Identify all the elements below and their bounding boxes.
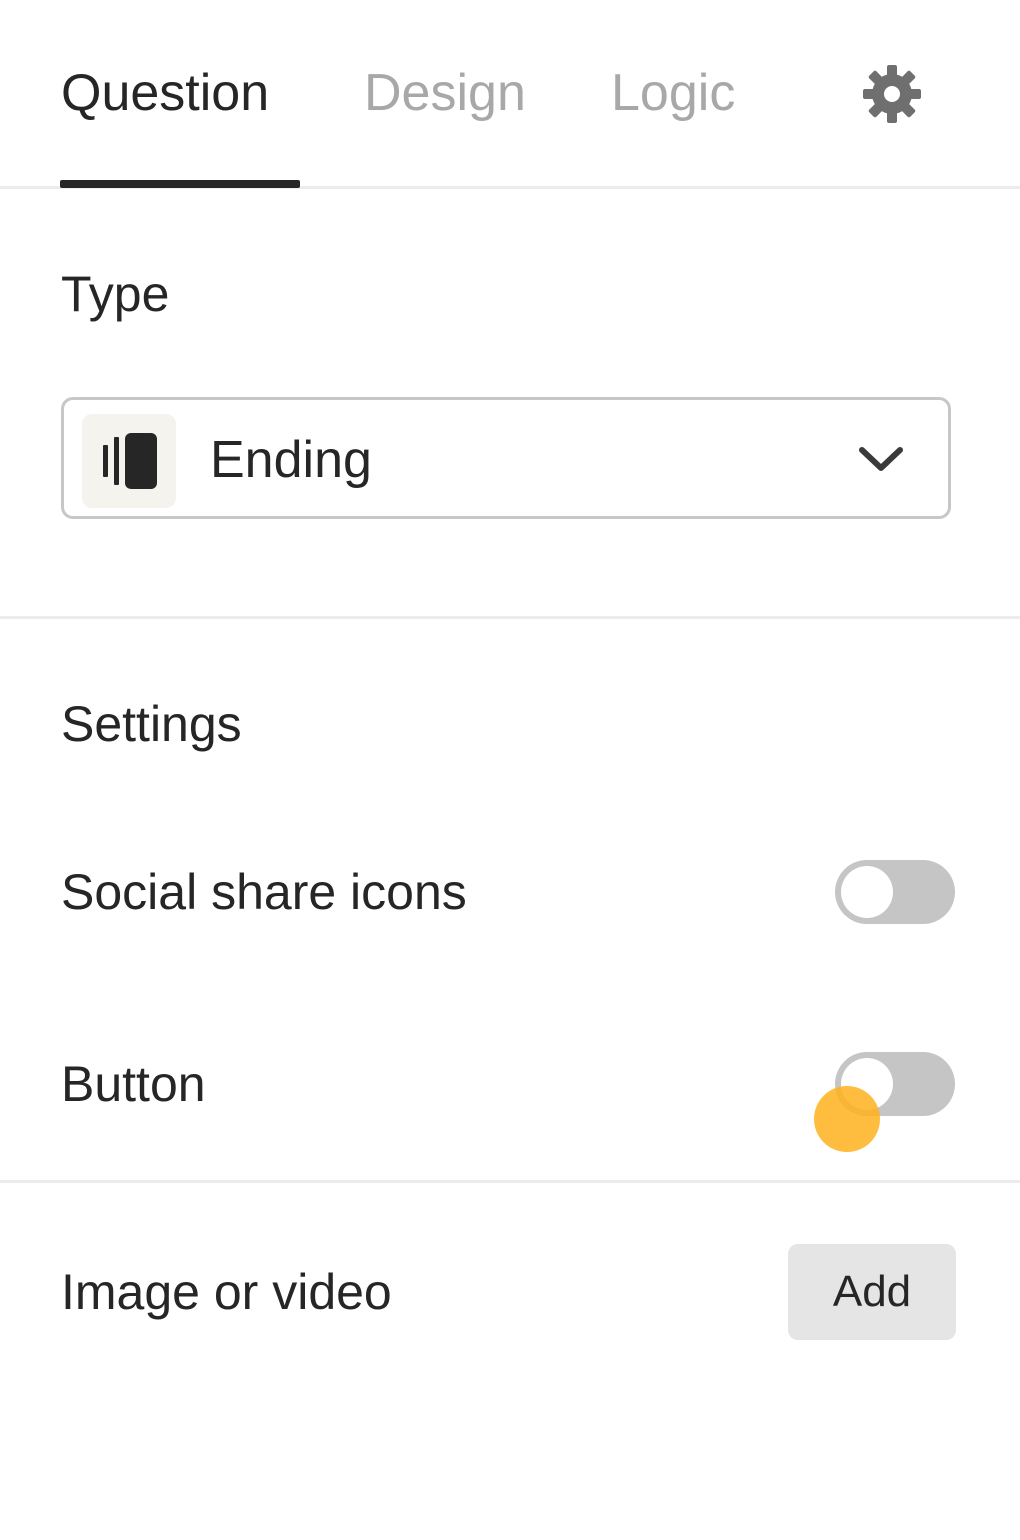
selected-type-label: Ending (210, 431, 372, 489)
toggle-knob (841, 866, 893, 918)
tab-design[interactable]: Design (364, 62, 526, 124)
gear-icon (863, 65, 921, 123)
section-divider (0, 1180, 1020, 1183)
button-setting-label: Button (61, 1056, 206, 1112)
social-share-icons-toggle[interactable] (835, 860, 955, 924)
toggle-knob (841, 1058, 893, 1110)
section-divider (0, 616, 1020, 619)
settings-button[interactable] (860, 62, 924, 126)
tab-logic[interactable]: Logic (611, 62, 735, 124)
add-media-button[interactable]: Add (788, 1244, 956, 1340)
question-settings-panel: Question Design Logic Type Ending Settin… (0, 0, 1020, 1540)
ending-icon (103, 433, 157, 489)
chevron-down-icon (859, 447, 903, 471)
social-share-icons-label: Social share icons (61, 864, 467, 920)
question-type-select[interactable]: Ending (61, 397, 951, 519)
active-tab-indicator (60, 180, 300, 188)
type-section-title: Type (61, 266, 170, 322)
image-or-video-label: Image or video (61, 1264, 392, 1320)
button-toggle[interactable] (835, 1052, 955, 1116)
tab-bar: Question Design Logic (0, 0, 1020, 189)
tab-question[interactable]: Question (61, 62, 269, 124)
type-icon-container (82, 414, 176, 508)
settings-section-title: Settings (61, 696, 242, 752)
